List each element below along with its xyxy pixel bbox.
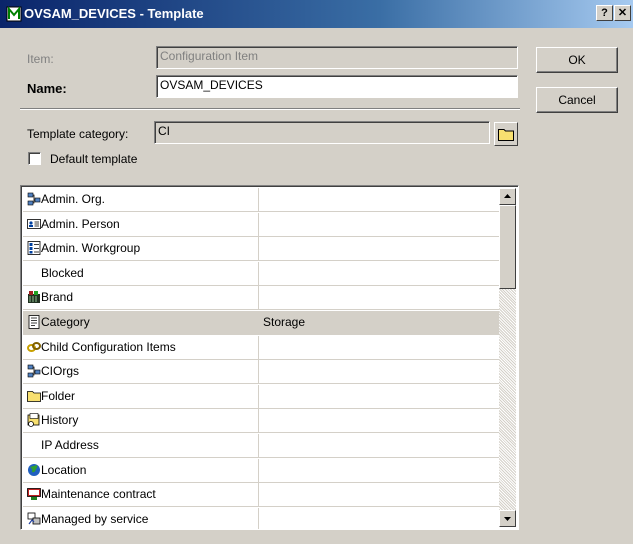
property-label: Managed by service (41, 511, 149, 526)
brand-icon (28, 291, 40, 304)
category-field: CI (154, 121, 490, 144)
org-icon (27, 364, 41, 378)
property-label: Admin. Workgroup (41, 241, 141, 256)
scroll-up-button[interactable] (499, 188, 516, 205)
property-name-cell[interactable]: Blocked (23, 261, 259, 286)
property-label: IP Address (41, 438, 99, 452)
scroll-down-button[interactable] (499, 510, 516, 527)
arrow-up-icon (504, 194, 511, 198)
table-row[interactable]: Admin. Org. (23, 188, 499, 212)
close-button[interactable]: ✕ (614, 5, 631, 21)
separator (20, 108, 520, 110)
help-button[interactable]: ? (596, 5, 613, 21)
property-name-cell[interactable]: Brand (23, 286, 259, 311)
property-name-cell[interactable]: Maintenance contract (23, 483, 259, 508)
vertical-scrollbar[interactable] (499, 188, 516, 527)
property-grid[interactable]: Admin. Org. Admin. Person Admin. Workgroup… (20, 185, 519, 530)
arrow-down-icon (504, 517, 511, 521)
item-label: Item: (27, 52, 54, 66)
folder-icon (498, 129, 514, 141)
property-label: Child Configuration Items (41, 339, 176, 354)
template-icon (6, 6, 22, 22)
property-label: Folder (41, 388, 76, 403)
property-label: Admin. Org. (41, 192, 106, 206)
property-name-cell[interactable]: Admin. Person (23, 212, 259, 237)
table-row[interactable]: CIOrgs (23, 360, 499, 385)
title-bar[interactable]: OVSAM_DEVICES - Template ? ✕ (0, 0, 633, 28)
property-label: Maintenance contract (41, 487, 156, 502)
category-icon (28, 315, 40, 329)
property-name-cell[interactable]: IP Address (23, 434, 259, 458)
property-name-cell[interactable]: CIOrgs (23, 360, 259, 385)
property-name-cell[interactable]: Category (23, 311, 259, 335)
name-label: Name: (27, 81, 67, 96)
property-label: Admin. Person (41, 216, 120, 231)
property-name-cell[interactable]: Admin. Workgroup (23, 237, 259, 262)
table-row[interactable]: Location (23, 458, 499, 483)
window-title: OVSAM_DEVICES - Template (24, 6, 204, 21)
property-value-cell[interactable]: Storage (263, 311, 305, 335)
service-icon (27, 512, 41, 525)
workgroup-icon (27, 241, 41, 256)
table-row[interactable]: Managed by service (23, 507, 499, 529)
cancel-button[interactable]: Cancel (536, 87, 618, 113)
contract-icon (27, 488, 41, 501)
property-label: History (41, 413, 79, 428)
property-label: Location (41, 462, 87, 477)
folder-icon (27, 390, 41, 402)
table-row[interactable]: History (23, 409, 499, 434)
table-row[interactable]: Folder (23, 384, 499, 409)
history-icon (27, 413, 40, 428)
table-row[interactable]: Brand (23, 286, 499, 311)
property-name-cell[interactable]: Folder (23, 384, 259, 409)
property-name-cell[interactable]: History (23, 409, 259, 434)
table-row[interactable]: Admin. Workgroup (23, 237, 499, 262)
org-icon (27, 192, 41, 206)
property-name-cell[interactable]: Managed by service (23, 507, 259, 529)
property-name-cell[interactable]: Admin. Org. (23, 188, 259, 212)
person-card-icon (27, 218, 41, 229)
default-template-label: Default template (50, 152, 138, 166)
browse-category-button[interactable] (494, 122, 518, 146)
item-field: Configuration Item (156, 46, 518, 69)
chain-icon (27, 341, 41, 352)
table-row[interactable]: Child Configuration Items (23, 335, 499, 360)
table-row[interactable]: Maintenance contract (23, 483, 499, 508)
property-name-cell[interactable]: Child Configuration Items (23, 335, 259, 360)
table-row[interactable]: IP Address (23, 434, 499, 458)
table-row[interactable]: Admin. Person (23, 212, 499, 237)
property-label: Category (41, 315, 90, 329)
default-template-checkbox[interactable] (28, 152, 41, 165)
scroll-thumb[interactable] (499, 205, 516, 289)
ok-button[interactable]: OK (536, 47, 618, 73)
globe-icon (28, 463, 40, 476)
property-label: Blocked (41, 265, 84, 280)
table-row[interactable]: Category Storage (23, 311, 499, 335)
property-label: CIOrgs (41, 364, 80, 379)
property-label: Brand (41, 290, 74, 305)
table-row[interactable]: Blocked (23, 261, 499, 286)
category-label: Template category: (27, 127, 129, 141)
name-input[interactable]: OVSAM_DEVICES (156, 75, 518, 98)
property-name-cell[interactable]: Location (23, 458, 259, 483)
